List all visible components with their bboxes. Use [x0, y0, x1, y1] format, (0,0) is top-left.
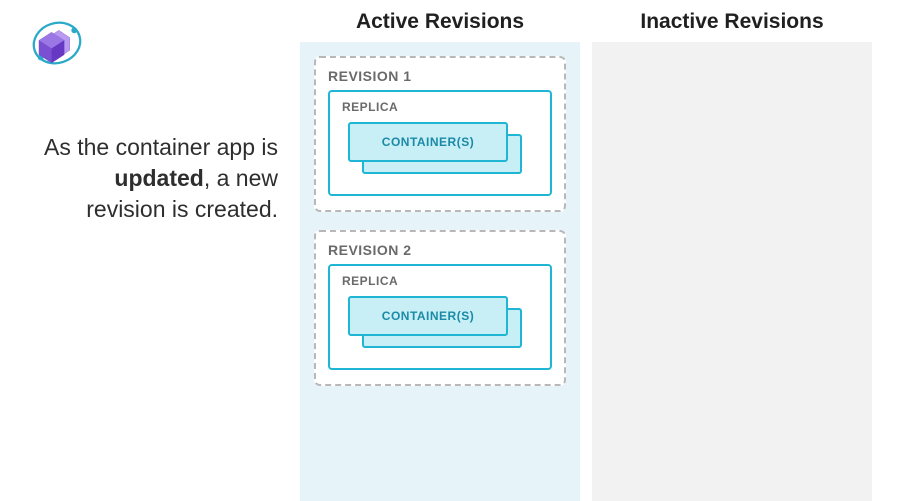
replica-label: REPLICA [342, 100, 538, 114]
container-label: CONTAINER(S) [382, 309, 474, 323]
replica-label: REPLICA [342, 274, 538, 288]
inactive-revisions-panel [592, 42, 872, 501]
revision-columns: Active Revisions REVISION 1 REPLICA CONT… [300, 0, 900, 501]
container-card-front: CONTAINER(S) [348, 296, 508, 336]
caption-bold: updated [114, 165, 203, 191]
revision-label: REVISION 2 [328, 242, 552, 258]
diagram-root: As the container app is updated, a new r… [0, 0, 900, 501]
replica-box: REPLICA CONTAINER(S) [328, 264, 552, 370]
caption-text: As the container app is updated, a new r… [38, 132, 278, 225]
active-revisions-column: Active Revisions REVISION 1 REPLICA CONT… [300, 0, 580, 501]
active-revisions-panel: REVISION 1 REPLICA CONTAINER(S) REVISION [300, 42, 580, 501]
container-card-front: CONTAINER(S) [348, 122, 508, 162]
revision-box: REVISION 2 REPLICA CONTAINER(S) [314, 230, 566, 386]
container-stack: CONTAINER(S) [348, 122, 538, 174]
revision-box: REVISION 1 REPLICA CONTAINER(S) [314, 56, 566, 212]
caption-pre: As the container app is [44, 134, 278, 160]
azure-container-apps-icon [28, 14, 86, 77]
replica-box: REPLICA CONTAINER(S) [328, 90, 552, 196]
inactive-revisions-column: Inactive Revisions [592, 0, 872, 501]
left-column: As the container app is updated, a new r… [0, 0, 300, 501]
active-column-title: Active Revisions [300, 0, 580, 42]
container-stack: CONTAINER(S) [348, 296, 538, 348]
inactive-column-title: Inactive Revisions [592, 0, 872, 42]
container-label: CONTAINER(S) [382, 135, 474, 149]
revision-label: REVISION 1 [328, 68, 552, 84]
